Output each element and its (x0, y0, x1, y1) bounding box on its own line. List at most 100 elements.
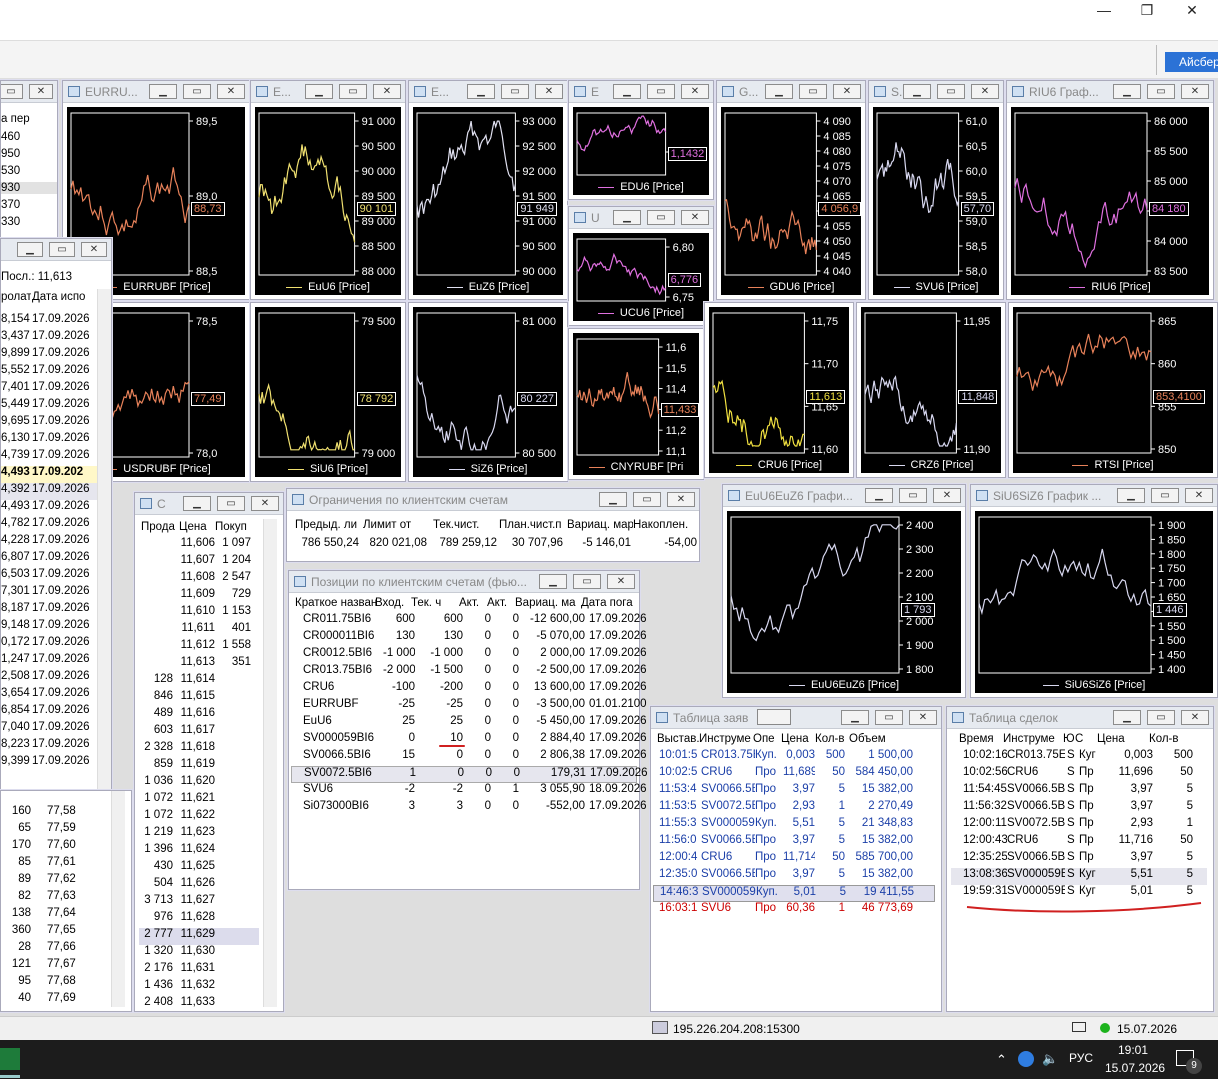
table-row[interactable]: 7,040 17.09.2026 (1, 721, 97, 738)
orderbook-row[interactable]: 846 11,615 (139, 690, 259, 707)
trade-row[interactable]: 12:35:25 SV0066.5B S Пр 3,97 5 (951, 851, 1207, 868)
close-button[interactable]: ✕ (909, 710, 937, 725)
table-row[interactable]: 3,654 17.09.2026 (1, 687, 97, 704)
trade-row[interactable]: 10:02:16 CR013.75E S Куг 0,003 500 (951, 749, 1207, 766)
column-header[interactable]: Краткое назван (295, 597, 377, 609)
minimize-button[interactable]: ▁ (865, 488, 893, 503)
column-header[interactable]: Дата испо (32, 291, 85, 303)
mail-icon[interactable] (1072, 1022, 1086, 1032)
anchor-icon[interactable] (757, 709, 791, 725)
close-button[interactable]: ✕ (1181, 710, 1209, 725)
restore-button[interactable]: ▭ (875, 710, 903, 725)
column-header[interactable]: Время (959, 733, 1005, 745)
table-row[interactable]: 65 77,59 (1, 822, 111, 839)
table-row[interactable]: 4,493 17.09.2026 (1, 500, 97, 517)
quotes-window[interactable]: ▁▭✕Посл.: 11,613ролатиДата испо8,15417.0… (0, 238, 112, 790)
orderbook-row[interactable]: 11,610 1 153 (139, 605, 259, 622)
restore-button[interactable]: ▭ (49, 242, 75, 257)
table-row[interactable]: 85 77,61 (1, 856, 111, 873)
column-header[interactable]: Покуп (215, 521, 247, 533)
column-header[interactable]: Вход. (375, 597, 409, 609)
restore-button[interactable]: ▭ (647, 210, 675, 225)
trade-row[interactable]: 19:59:31 SV000059E S Куг 5,01 5 (951, 885, 1207, 902)
order-row[interactable]: 11:53:5 SV0072.5B Про 2,93 1 2 270,49 (653, 800, 935, 817)
column-header[interactable]: Тек. ч (411, 597, 457, 609)
table-row[interactable]: 9,899 17.09.2026 (1, 347, 97, 364)
table-row[interactable]: 6,130 17.09.2026 (1, 432, 97, 449)
column-header[interactable]: Предыд. ли (295, 519, 361, 531)
limits-window[interactable]: Ограничения по клиентским счетам ▁ ▭ ✕ Преды… (286, 488, 700, 562)
position-row[interactable]: Si073000BI6 3 3 0 0 -552,00 17.09.2026 (291, 800, 647, 817)
column-header[interactable]: Прода (141, 521, 175, 533)
table-row[interactable]: 9,399 17.09.2026 (1, 755, 97, 772)
column-header[interactable]: Цена (1097, 733, 1151, 745)
table-row[interactable]: 9,148 17.09.2026 (1, 619, 97, 636)
chart-window-edu6-titlebar[interactable]: E ▁ ▭ ✕ (569, 81, 713, 103)
column-header[interactable]: Объем (849, 733, 915, 745)
close-button[interactable]: ✕ (833, 84, 861, 99)
orderbook-row[interactable]: 2 408 11,633 (139, 996, 259, 1013)
language-indicator[interactable]: РУС (1069, 1051, 1093, 1065)
minimize-button[interactable]: ▁ (613, 210, 641, 225)
restore-button[interactable]: ▭ (501, 84, 529, 99)
chart-window-euz6[interactable]: E... ▁ ▭ ✕ 93 000 92 500 92 000 91 500 91 000 90 … (408, 80, 568, 300)
close-button[interactable]: ✕ (1185, 488, 1213, 503)
orderbook-window-titlebar[interactable]: С ▁ ▭ ✕ (135, 493, 283, 515)
close-button[interactable]: ✕ (535, 84, 563, 99)
user-button[interactable]: Айсбер (1165, 52, 1218, 72)
trade-row[interactable]: 10:02:56 CRU6 S Пр 11,696 50 (951, 766, 1207, 783)
restore-button[interactable]: ▭ (633, 492, 661, 507)
table-row[interactable]: 6,854 17.09.2026 (1, 704, 97, 721)
chart-window-ucu6[interactable]: U ▁ ▭ ✕ 6,80 6,75 6,776 UCU6 [Price] (568, 206, 714, 326)
position-row[interactable]: SV0072.5BI6 1 0 0 0 179,31 17.09.2026 (291, 766, 648, 783)
orderbook-row[interactable]: 11,606 1 097 (139, 537, 259, 554)
restore-button[interactable]: ▭ (339, 84, 367, 99)
minimize-button[interactable]: ▁ (305, 84, 333, 99)
quotes-titlebar[interactable]: ▁ ▭ ✕ (1, 239, 111, 261)
table-row[interactable]: 1,247 17.09.2026 (1, 653, 97, 670)
orderbook-row[interactable]: 2 176 11,631 (139, 962, 259, 979)
chart-area[interactable]: 93 000 92 500 92 000 91 500 91 000 90 500 90 0… (413, 107, 563, 295)
close-button[interactable]: ✕ (667, 492, 695, 507)
chart-area[interactable]: 11,611,511,411,311,211,111,433CNYRUBF [P… (573, 333, 700, 475)
close-button[interactable]: ✕ (217, 84, 245, 99)
restore-button[interactable]: ▭ (647, 84, 675, 99)
minimize-button[interactable]: ▁ (1117, 488, 1145, 503)
table-row[interactable]: 8,223 17.09.2026 (1, 738, 97, 755)
positions-window[interactable]: Позиции по клиентским счетам (фью... ▁ ▭ ✕ К… (288, 570, 648, 890)
close-button[interactable]: ✕ (607, 574, 635, 589)
order-row[interactable]: 12:00:4 CRU6 Про 11,714 50 585 700,00 (653, 851, 935, 868)
close-button[interactable]: ✕ (1181, 84, 1209, 99)
partial-list-window[interactable]: ▭ ✕ а пер 460 950 530 930 370 330 (0, 80, 58, 240)
close-button[interactable]: ✕ (971, 84, 999, 99)
chart-window-rtsi[interactable]: 865 860 855 850 853,4100 RTSI [Price] (1008, 302, 1218, 478)
chart-area[interactable]: 1,1401,1432EDU6 [Price] (573, 107, 709, 195)
chart-area[interactable]: 11,75 11,70 11,65 11,60 11,613 CRU6 [Price] (709, 307, 849, 473)
order-row[interactable]: 10:01:5 CR013.75E Куп. 0,003 500 1 500,00 (653, 749, 935, 766)
column-header[interactable]: Лимит от (363, 519, 429, 531)
column-header[interactable]: Кол-в (1149, 733, 1191, 745)
orderbook-row[interactable]: 11,608 2 547 (139, 571, 259, 588)
restore-button[interactable]: ▭ (183, 84, 211, 99)
table-row[interactable]: 4,493 17.09.202 (1, 466, 97, 483)
chart-area[interactable]: 6,80 6,75 6,776 UCU6 [Price] (573, 233, 709, 321)
column-header[interactable]: Накоплен. (633, 519, 699, 531)
column-header[interactable]: Акт. (459, 597, 485, 609)
close-button[interactable]: ✕ (373, 84, 401, 99)
chart-window-eu6[interactable]: E... ▁ ▭ ✕ 91 000 90 500 90 000 89 500 89 000 88 … (250, 80, 406, 300)
chart-area[interactable]: 61,0 60,5 60,0 59,5 59,0 58,5 58,0 57,70 SVU6 [P… (873, 107, 999, 295)
orderbook-row[interactable]: 976 11,628 (139, 911, 259, 928)
order-row[interactable]: 10:02:5 CRU6 Про 11,689 50 584 450,00 (653, 766, 935, 783)
position-row[interactable]: CRU6 -100 -200 0 0 13 600,00 17.09.2026 (291, 681, 647, 698)
column-header[interactable]: Выстав. (657, 733, 701, 745)
order-row[interactable]: 14:46:3SV000059EКуп. 5,01 5 19 411,55 (653, 885, 935, 902)
chart-area[interactable]: 2 400 2 300 2 200 2 100 2 000 1 900 1 800 1 793… (727, 511, 961, 693)
orderbook-row[interactable]: 128 11,614 (139, 673, 259, 690)
minimize-button[interactable]: ▁ (1113, 710, 1141, 725)
orderbook-row[interactable]: 11,607 1 204 (139, 554, 259, 571)
order-row[interactable]: 16:03:1 SVU6 Про 60,36 1 46 773,69 (653, 902, 935, 919)
minimize-button[interactable]: ▁ (841, 710, 869, 725)
chart-window-edu6[interactable]: E▁▭✕ 1,1401,1432EDU6 [Price] (568, 80, 714, 200)
orderbook-row[interactable]: 859 11,619 (139, 758, 259, 775)
chart-window-ucu6-titlebar[interactable]: U ▁ ▭ ✕ (569, 207, 713, 229)
